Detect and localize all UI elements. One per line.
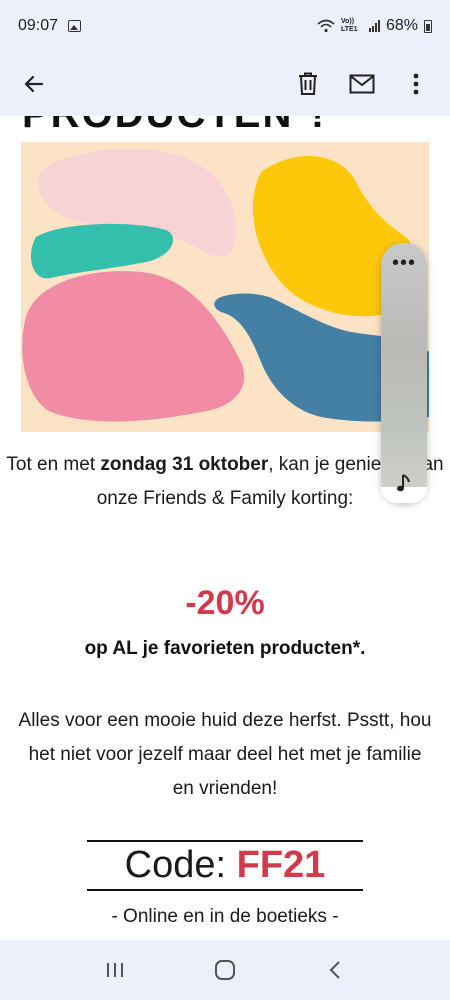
nav-back-button[interactable] bbox=[313, 948, 357, 992]
trash-icon bbox=[299, 72, 317, 95]
envelope-icon bbox=[349, 74, 375, 94]
intro-text-start: Tot en met bbox=[6, 454, 101, 475]
code-label: Code: bbox=[124, 844, 237, 886]
delete-button[interactable] bbox=[288, 64, 328, 104]
home-icon bbox=[215, 960, 235, 980]
code-divider-bottom bbox=[87, 889, 363, 891]
email-body[interactable]: PRODUCTEN*! Tot en met zondag 31 oktober… bbox=[0, 116, 450, 940]
system-navigation-bar bbox=[0, 940, 450, 1000]
chevron-left-icon bbox=[329, 961, 340, 979]
wifi-icon bbox=[317, 19, 335, 33]
more-vertical-icon bbox=[413, 73, 419, 95]
autumn-paragraph: Alles voor een mooie huid deze herfst. P… bbox=[18, 710, 432, 799]
code-value: FF21 bbox=[236, 844, 326, 886]
battery-percent: 68% bbox=[385, 17, 418, 34]
promo-code: Code: FF21 bbox=[0, 840, 450, 890]
more-options-button[interactable] bbox=[396, 64, 436, 104]
music-note-button[interactable] bbox=[381, 471, 427, 495]
blob-pink bbox=[22, 271, 245, 422]
discount-subtitle: op AL je favorieten producten*. bbox=[84, 638, 366, 659]
recents-button[interactable] bbox=[93, 948, 137, 992]
back-button[interactable] bbox=[14, 64, 54, 104]
arrow-left-icon bbox=[24, 75, 44, 93]
blob-teal bbox=[31, 223, 174, 279]
status-bar: 09:07 Vo)) LTE1 68% bbox=[0, 0, 450, 52]
discount-value: -20% bbox=[185, 584, 265, 622]
intro-date: zondag 31 oktober bbox=[100, 454, 269, 475]
recents-icon bbox=[107, 963, 123, 977]
more-horizontal-icon[interactable]: ••• bbox=[381, 253, 427, 273]
channels-text: - Online en in de boetieks - bbox=[111, 906, 339, 927]
image-notification-icon bbox=[68, 20, 82, 32]
floating-media-panel[interactable]: ••• bbox=[381, 243, 427, 503]
hero-illustration bbox=[21, 142, 429, 432]
battery-icon bbox=[424, 19, 432, 33]
mark-unread-button[interactable] bbox=[342, 64, 382, 104]
music-note-icon bbox=[397, 474, 410, 492]
status-time: 09:07 bbox=[18, 17, 59, 34]
signal-icon bbox=[368, 20, 380, 32]
home-button[interactable] bbox=[203, 948, 247, 992]
email-toolbar bbox=[0, 52, 450, 116]
network-label: Vo)) LTE1 bbox=[340, 18, 358, 33]
headline-fragment: PRODUCTEN*! bbox=[22, 116, 326, 137]
